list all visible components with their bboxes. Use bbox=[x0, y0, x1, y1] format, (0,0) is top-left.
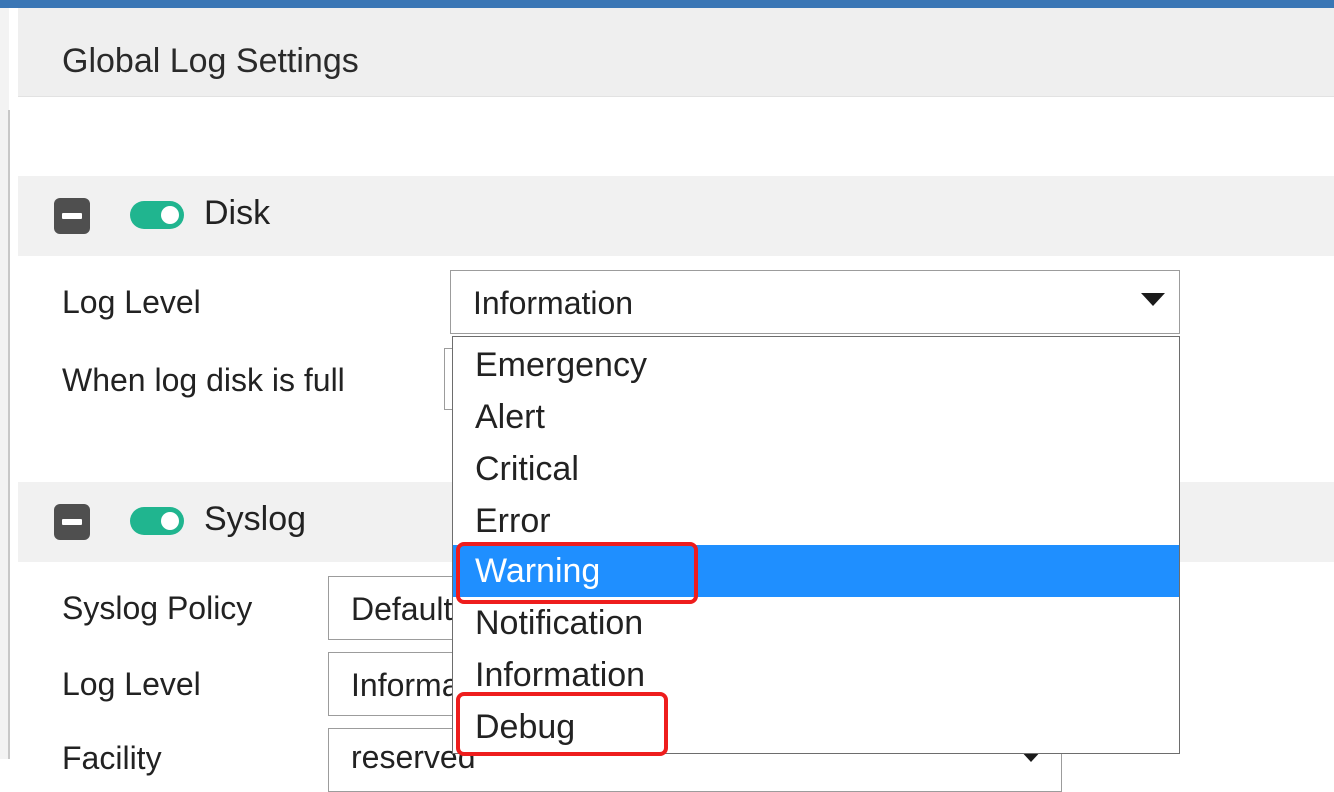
disk-log-level-select[interactable]: Information bbox=[450, 270, 1180, 334]
syslog-toggle-switch[interactable] bbox=[130, 507, 184, 535]
collapse-icon[interactable] bbox=[54, 504, 90, 540]
syslog-policy-label: Syslog Policy bbox=[62, 590, 253, 626]
left-panel-divider bbox=[8, 110, 10, 759]
page-header: Global Log Settings bbox=[18, 8, 1334, 97]
debug-highlight-box bbox=[456, 692, 668, 756]
dropdown-caret-icon bbox=[1141, 293, 1165, 306]
warning-highlight-box bbox=[456, 542, 698, 604]
disk-log-level-value: Information bbox=[473, 285, 634, 321]
dropdown-option[interactable]: Error bbox=[453, 495, 1179, 547]
collapse-icon[interactable] bbox=[54, 198, 90, 234]
dropdown-option[interactable]: Notification bbox=[453, 597, 1179, 649]
disk-log-level-label: Log Level bbox=[62, 284, 201, 320]
disk-section-title: Disk bbox=[204, 194, 271, 232]
disk-full-label: When log disk is full bbox=[62, 362, 345, 398]
top-accent-bar bbox=[0, 0, 1334, 8]
syslog-policy-value: Default bbox=[351, 591, 453, 627]
dropdown-option[interactable]: Critical bbox=[453, 443, 1179, 495]
dropdown-option[interactable]: Emergency bbox=[453, 339, 1179, 391]
syslog-log-level-label: Log Level bbox=[62, 666, 201, 702]
syslog-section-title: Syslog bbox=[204, 500, 307, 538]
disk-toggle-switch[interactable] bbox=[130, 201, 184, 229]
dropdown-option[interactable]: Alert bbox=[453, 391, 1179, 443]
disk-section-header[interactable]: Disk bbox=[18, 176, 1334, 256]
page-title: Global Log Settings bbox=[62, 42, 359, 80]
